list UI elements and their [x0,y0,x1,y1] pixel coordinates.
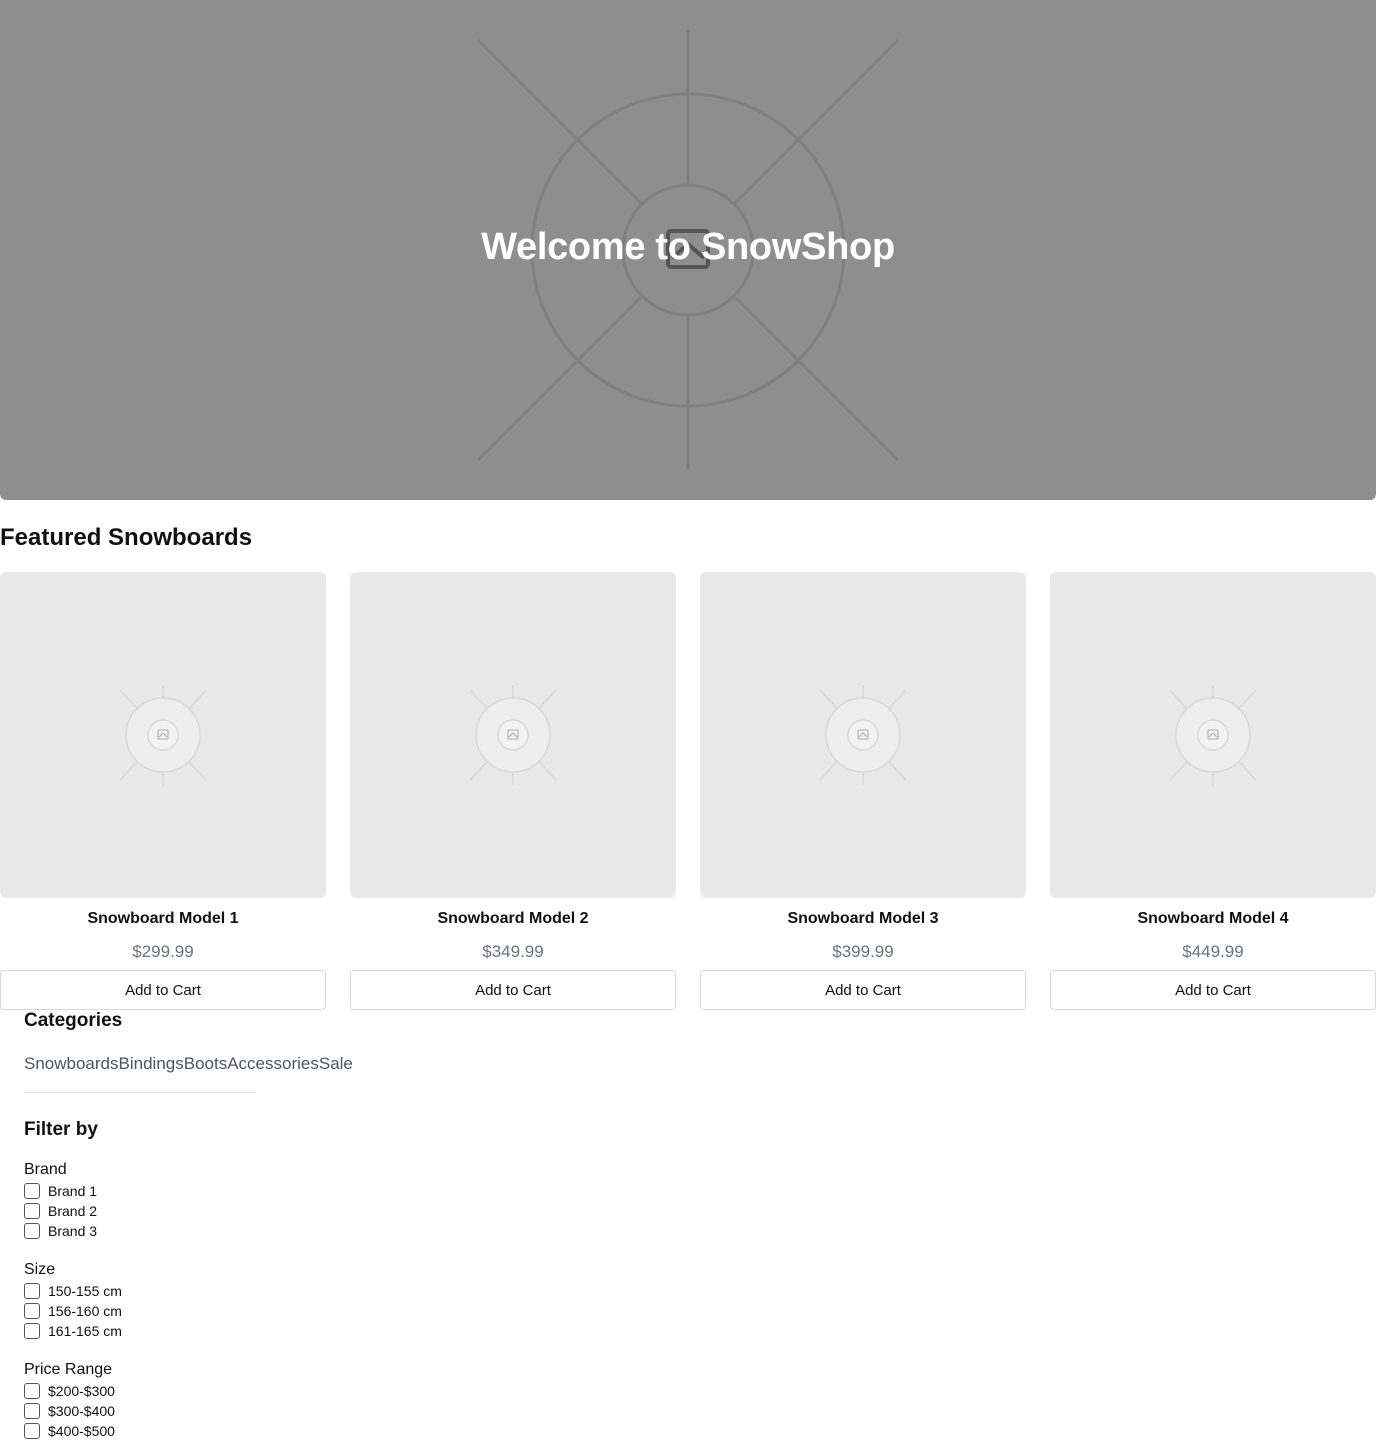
filter-option-label[interactable]: 156-160 cm [48,1303,122,1319]
image-placeholder-icon [819,685,907,785]
add-to-cart-button[interactable]: Add to Cart [700,970,1026,1010]
checkbox[interactable] [24,1283,40,1299]
divider [24,1092,256,1093]
checkbox[interactable] [24,1203,40,1219]
product-image[interactable] [0,572,326,898]
filter-option-label[interactable]: $200-$300 [48,1383,115,1399]
product-name[interactable]: Snowboard Model 4 [1050,908,1376,930]
checkbox[interactable] [24,1323,40,1339]
categories-title: Categories [24,1010,123,1031]
checkbox[interactable] [24,1403,40,1419]
filter-option[interactable]: $400-$500 [24,1421,384,1441]
add-to-cart-button[interactable]: Add to Cart [0,970,326,1010]
product-card: Snowboard Model 3 $399.99 Add to Cart [700,572,1026,1010]
filter-option-label[interactable]: $400-$500 [48,1423,115,1439]
product-name[interactable]: Snowboard Model 3 [700,908,1026,930]
product-image[interactable] [1050,572,1376,898]
filter-option[interactable]: 150-155 cm [24,1281,384,1301]
product-name[interactable]: Snowboard Model 1 [0,908,326,930]
image-placeholder-icon [469,685,557,785]
category-link-sale[interactable]: Sale [319,1054,353,1074]
checkbox[interactable] [24,1303,40,1319]
hero-title: Welcome to SnowShop [481,226,895,268]
product-price: $449.99 [1182,942,1244,961]
checkbox[interactable] [24,1183,40,1199]
product-price: $299.99 [132,942,194,961]
filter-group-brand-title: Brand [24,1161,67,1178]
product-image[interactable] [700,572,1026,898]
product-price: $349.99 [482,942,544,961]
filter-title: Filter by [24,1119,98,1140]
featured-section-title: Featured Snowboards [0,524,253,551]
filter-group-price-title: Price Range [24,1361,113,1378]
filter-option[interactable]: Brand 3 [24,1221,384,1241]
filter-group-size-title: Size [24,1261,56,1278]
add-to-cart-button[interactable]: Add to Cart [1050,970,1376,1010]
hero-banner: Welcome to SnowShop [0,0,1376,500]
product-card: Snowboard Model 2 $349.99 Add to Cart [350,572,676,1010]
filter-option-label[interactable]: Brand 1 [48,1183,97,1199]
filter-option[interactable]: $200-$300 [24,1381,384,1401]
checkbox[interactable] [24,1223,40,1239]
filter-option-label[interactable]: Brand 2 [48,1203,97,1219]
filter-option-label[interactable]: 161-165 cm [48,1323,122,1339]
product-name[interactable]: Snowboard Model 2 [350,908,676,930]
checkbox[interactable] [24,1383,40,1399]
filter-option[interactable]: Brand 2 [24,1201,384,1221]
filter-option[interactable]: $300-$400 [24,1401,384,1421]
product-price: $399.99 [832,942,894,961]
checkbox[interactable] [24,1423,40,1439]
category-list: Snowboards Bindings Boots Accessories Sa… [24,1054,384,1074]
add-to-cart-button[interactable]: Add to Cart [350,970,676,1010]
product-image[interactable] [350,572,676,898]
product-card: Snowboard Model 4 $449.99 Add to Cart [1050,572,1376,1010]
category-link-bindings[interactable]: Bindings [119,1054,184,1074]
category-link-snowboards[interactable]: Snowboards [24,1054,119,1074]
filter-option-label[interactable]: $300-$400 [48,1403,115,1419]
product-card: Snowboard Model 1 $299.99 Add to Cart [0,572,326,1010]
image-placeholder-icon [1169,685,1257,785]
category-link-accessories[interactable]: Accessories [227,1054,319,1074]
category-link-boots[interactable]: Boots [184,1054,227,1074]
filter-option-label[interactable]: Brand 3 [48,1223,97,1239]
filter-option[interactable]: 156-160 cm [24,1301,384,1321]
filter-option-label[interactable]: 150-155 cm [48,1283,122,1299]
filter-option[interactable]: 161-165 cm [24,1321,384,1341]
filter-option[interactable]: Brand 1 [24,1181,384,1201]
sidebar: Categories Snowboards Bindings Boots Acc… [24,1010,384,1441]
image-placeholder-icon [119,685,207,785]
